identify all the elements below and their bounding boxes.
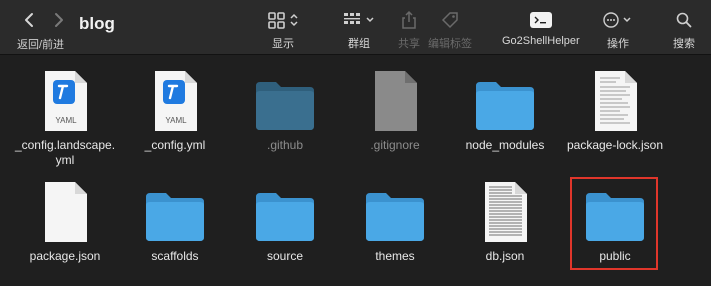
view-label: 显示 (272, 38, 294, 50)
file-name: _config.yml (144, 138, 206, 152)
file-item-package-lock[interactable]: package-lock.json (560, 62, 670, 153)
file-name: package-lock.json (566, 138, 664, 152)
group-button[interactable]: 群组 (341, 8, 377, 51)
search-label: 搜索 (673, 38, 695, 50)
chevron-right-icon (55, 13, 63, 27)
search-button[interactable]: 搜索 (673, 8, 695, 51)
action-label: 操作 (607, 38, 629, 50)
file-item-source[interactable]: source (230, 173, 340, 264)
file-name: package.json (29, 249, 101, 263)
yaml-file-icon: YAML (155, 71, 197, 131)
finder-window: 返回/前进 blog 显示 群组 共享 编辑标签 Go2ShellHelper … (0, 0, 711, 286)
share-icon (402, 10, 416, 29)
text-document-icon (485, 182, 527, 242)
file-item-node-modules[interactable]: node_modules (450, 62, 560, 153)
text-document-icon (595, 71, 637, 131)
file-name: themes (375, 249, 415, 263)
file-name: source (266, 249, 304, 263)
file-item-config[interactable]: YAML _config.yml (120, 62, 230, 153)
share-label: 共享 (398, 38, 420, 50)
folder-icon (256, 82, 314, 130)
file-name: .github (266, 138, 304, 152)
view-button[interactable]: 显示 (266, 8, 300, 51)
window-title: blog (79, 14, 115, 33)
edit-tags-label: 编辑标签 (428, 38, 472, 50)
search-icon (676, 12, 692, 28)
file-item-db-json[interactable]: db.json (450, 173, 560, 264)
file-item-config-landscape[interactable]: YAML _config.landscape.yml (10, 62, 120, 168)
go2shell-button[interactable]: Go2ShellHelper (502, 8, 580, 47)
folder-icon (256, 193, 314, 241)
back-button[interactable] (22, 11, 36, 29)
action-button[interactable]: 操作 (602, 8, 634, 51)
yaml-file-icon: YAML (45, 71, 87, 131)
file-name: scaffolds (151, 249, 199, 263)
edit-tags-button[interactable]: 编辑标签 (428, 8, 472, 51)
document-icon (375, 71, 417, 131)
file-name: db.json (485, 249, 525, 263)
go2shell-label: Go2ShellHelper (502, 35, 580, 47)
nav-arrows (22, 11, 66, 29)
grid-view-icon (268, 12, 298, 29)
file-name: _config.landscape.yml (14, 138, 116, 167)
more-icon (603, 12, 631, 28)
toolbar: 返回/前进 blog 显示 群组 共享 编辑标签 Go2ShellHelper … (0, 0, 711, 55)
terminal-icon (529, 12, 552, 28)
folder-icon (476, 82, 534, 130)
folder-icon (366, 193, 424, 241)
file-item-scaffolds[interactable]: scaffolds (120, 173, 230, 264)
tag-icon (441, 12, 458, 29)
file-name: .gitignore (370, 138, 420, 152)
group-icon (344, 13, 374, 24)
folder-icon (146, 193, 204, 241)
chevron-left-icon (25, 13, 33, 27)
yaml-badge-text: YAML (165, 116, 187, 125)
yaml-badge-text: YAML (55, 116, 77, 125)
file-name: node_modules (465, 138, 545, 152)
back-forward-label: 返回/前进 (17, 39, 65, 51)
forward-button[interactable] (52, 11, 66, 29)
file-item-themes[interactable]: themes (340, 173, 450, 264)
share-button[interactable]: 共享 (398, 8, 420, 51)
file-item-github[interactable]: .github (230, 62, 340, 153)
group-label: 群组 (348, 38, 370, 50)
file-item-gitignore[interactable]: .gitignore (340, 62, 450, 153)
file-item-package-json[interactable]: package.json (10, 173, 120, 264)
highlight-box (570, 177, 658, 270)
document-icon (45, 182, 87, 242)
